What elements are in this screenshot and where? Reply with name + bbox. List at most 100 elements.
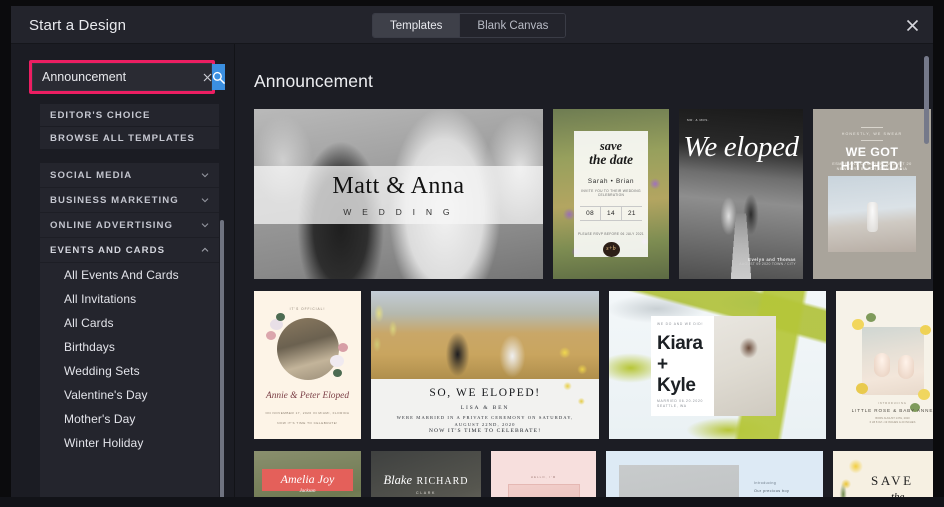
date-part: 21	[620, 206, 642, 220]
template-kicker: IT'S OFFICIAL!	[289, 307, 326, 311]
floral-icon	[836, 457, 872, 497]
template-monogram: s+b	[602, 241, 620, 257]
template-first-name: Blake	[383, 473, 412, 487]
template-names: Matt & Anna	[332, 173, 465, 199]
template-detail-line2: NOW IT'S TIME TO CELEBRATE!	[277, 421, 338, 425]
sidebar-item-all-cards[interactable]: All Cards	[40, 311, 219, 335]
sidebar-item-wedding-sets[interactable]: Wedding Sets	[40, 359, 219, 383]
template-headline: We eloped	[683, 131, 799, 163]
template-photo	[862, 327, 924, 395]
sidebar-item-all-invitations[interactable]: All Invitations	[40, 287, 219, 311]
template-card-blake-richard[interactable]: Blake RICHARD CLARK BORN SEPTEMBER 21 20…	[371, 451, 481, 497]
search-input[interactable]	[33, 70, 203, 84]
search-highlight-ring	[29, 60, 225, 94]
template-couple: Sarah • Brian	[587, 178, 635, 185]
leaf-icon	[371, 301, 407, 363]
template-kicker: HONESTLY, WE SWEAR	[841, 132, 903, 136]
sidebar-item-all-events-and-cards[interactable]: All Events And Cards	[40, 263, 219, 287]
content-scrollbar[interactable]	[924, 56, 929, 144]
template-last-name: RICHARD	[416, 476, 469, 487]
sidebar-item-mothers-day[interactable]: Mother's Day	[40, 407, 219, 431]
template-details: ESMEE AND CAMERON, AUGUST 20 NEWPORT BEA…	[832, 162, 912, 172]
floral-icon	[338, 343, 348, 352]
template-card-save-the-date-sarah-brian[interactable]: save the date Sarah • Brian INVITE YOU T…	[553, 109, 669, 279]
template-details: AUGUST 09 2020 TOWN / CITY	[739, 262, 796, 267]
start-a-design-modal: Start a Design Templates Blank Canvas An…	[11, 6, 933, 497]
floral-icon	[266, 331, 276, 340]
sidebar-category-social-media[interactable]: SOCIAL MEDIA	[40, 163, 219, 188]
template-card-annie-peter-eloped[interactable]: IT'S OFFICIAL! Annie & Peter Eloped ON N…	[254, 291, 361, 439]
chevron-down-icon	[201, 173, 209, 178]
template-card-kiara-kyle[interactable]: WE DO AND WE DID! Kiara + Kyle MARRIED 0…	[609, 291, 826, 439]
search-icon[interactable]	[212, 64, 225, 90]
floral-icon	[551, 339, 597, 415]
template-details: BORN AUGUST 14TH, 2020 6 LB 8 OZ • 19 IN…	[869, 417, 916, 424]
template-inner-card: save the date Sarah • Brian INVITE YOU T…	[574, 131, 648, 257]
template-card-we-got-hitched[interactable]: HONESTLY, WE SWEAR WE GOT HITCHED! ESMEE…	[813, 109, 931, 279]
chevron-up-icon	[201, 247, 209, 252]
modal-header: Start a Design Templates Blank Canvas	[11, 6, 933, 44]
template-line1: save	[599, 139, 623, 153]
sidebar-category-events-and-cards[interactable]: EVENTS AND CARDS	[40, 238, 219, 263]
template-card-oliver[interactable]: Introducing Our precious boy OLIVER	[606, 451, 823, 497]
template-closing: NOW IT'S TIME TO CELEBRATE!	[428, 428, 542, 434]
template-photo	[619, 465, 739, 497]
floral-icon	[330, 355, 344, 367]
template-row: Matt & Anna W E D D I N G save the date …	[254, 109, 931, 279]
template-rsvp: PLEASE RSVP BEFORE 06 JULY 2021	[578, 231, 644, 236]
template-row: IT'S OFFICIAL! Annie & Peter Eloped ON N…	[254, 291, 933, 439]
floral-icon	[918, 389, 930, 400]
template-footer: MARRIED 06.20.2020 SEATTLE, WA	[657, 399, 704, 408]
sidebar-item-winter-holiday[interactable]: Winter Holiday	[40, 431, 219, 455]
tab-blank-canvas[interactable]: Blank Canvas	[459, 14, 566, 37]
template-card-save-the[interactable]: SAVE the	[833, 451, 933, 497]
sidebar-item-valentines-day[interactable]: Valentine's Day	[40, 383, 219, 407]
sidebar-category-online-advertising[interactable]: ONLINE ADVERTISING	[40, 213, 219, 238]
template-results-panel: Announcement Matt & Anna W E D D I N G s…	[235, 44, 933, 497]
sidebar-item-birthdays[interactable]: Birthdays	[40, 335, 219, 359]
template-card-little-rose-baby-anne[interactable]: INTRODUCING LITTLE ROSE & BABY ANNE BORN…	[836, 291, 933, 439]
chevron-down-icon	[201, 223, 209, 228]
template-card-so-we-eloped[interactable]: SO, WE ELOPED! LISA & BEN WERE MARRIED I…	[371, 291, 599, 439]
template-divider	[861, 127, 883, 128]
template-note: INVITE YOU TO THEIR WEDDING CELEBRATION	[581, 189, 641, 198]
close-icon[interactable]	[899, 13, 925, 38]
template-card-we-eloped[interactable]: MR. & MRS. We eloped Evelyn and Thomas A…	[679, 109, 803, 279]
template-detail: WERE MARRIED IN A PRIVATE CEREMONY ON SA…	[396, 415, 574, 427]
template-headline: SO, WE ELOPED!	[429, 387, 541, 399]
app-root: Start a Design Templates Blank Canvas An…	[0, 0, 944, 507]
template-card-matt-anna-wedding[interactable]: Matt & Anna W E D D I N G	[254, 109, 543, 279]
tab-templates[interactable]: Templates	[373, 14, 460, 37]
sidebar-item-browse-all-templates[interactable]: BROWSE ALL TEMPLATES	[40, 127, 219, 150]
template-name-row: Blake RICHARD	[371, 471, 481, 489]
clear-icon[interactable]	[203, 64, 212, 90]
template-card-hello-im-baby[interactable]: HELLO, I'M	[491, 451, 596, 497]
template-names: LITTLE ROSE & BABY ANNE	[851, 408, 933, 413]
template-subname: Jackson	[299, 489, 316, 494]
search-box	[32, 63, 225, 91]
window-bottom-strip	[0, 497, 944, 507]
template-caption: Evelyn and Thomas AUGUST 09 2020 TOWN / …	[739, 257, 796, 267]
leaf-icon	[333, 369, 342, 377]
category-label: ONLINE ADVERTISING	[50, 219, 174, 231]
template-kicker: MR. & MRS.	[687, 118, 710, 122]
sidebar-item-editors-choice[interactable]: EDITOR'S CHOICE	[40, 104, 219, 127]
category-label: SOCIAL MEDIA	[50, 169, 133, 181]
page-title: Start a Design	[29, 17, 127, 34]
sidebar-category-business-marketing[interactable]: BUSINESS MARKETING	[40, 188, 219, 213]
template-card-amelia-joy[interactable]: Amelia Joy Jackson	[254, 451, 361, 497]
template-dates: 08 14 21	[580, 205, 642, 221]
category-label: EVENTS AND CARDS	[50, 244, 166, 256]
template-detail-line1: ON NOVEMBER 17, 2020 IN MIAMI, FLORIDA	[265, 411, 350, 415]
template-kicker: WE DO AND WE DID!	[657, 322, 704, 326]
template-photo	[714, 316, 776, 416]
floral-icon	[852, 319, 864, 330]
template-name: Amelia Joy	[280, 472, 335, 486]
template-photo	[508, 484, 580, 497]
template-couple: LISA & BEN	[460, 405, 510, 411]
template-photo	[277, 318, 339, 380]
template-middle-name: CLARK	[416, 491, 436, 495]
results-heading: Announcement	[254, 71, 373, 91]
sidebar-scrollbar[interactable]	[220, 220, 224, 497]
template-grid: Matt & Anna W E D D I N G save the date …	[254, 109, 933, 497]
